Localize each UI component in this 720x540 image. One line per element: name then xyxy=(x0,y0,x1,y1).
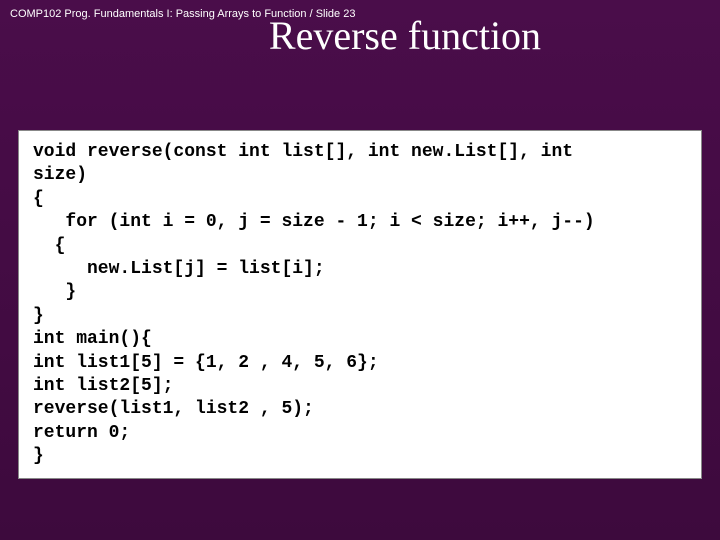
slide-title: Reverse function xyxy=(0,12,720,59)
code-box: void reverse(const int list[], int new.L… xyxy=(18,130,702,479)
code-content: void reverse(const int list[], int new.L… xyxy=(33,141,687,468)
slide: COMP102 Prog. Fundamentals I: Passing Ar… xyxy=(0,0,720,540)
